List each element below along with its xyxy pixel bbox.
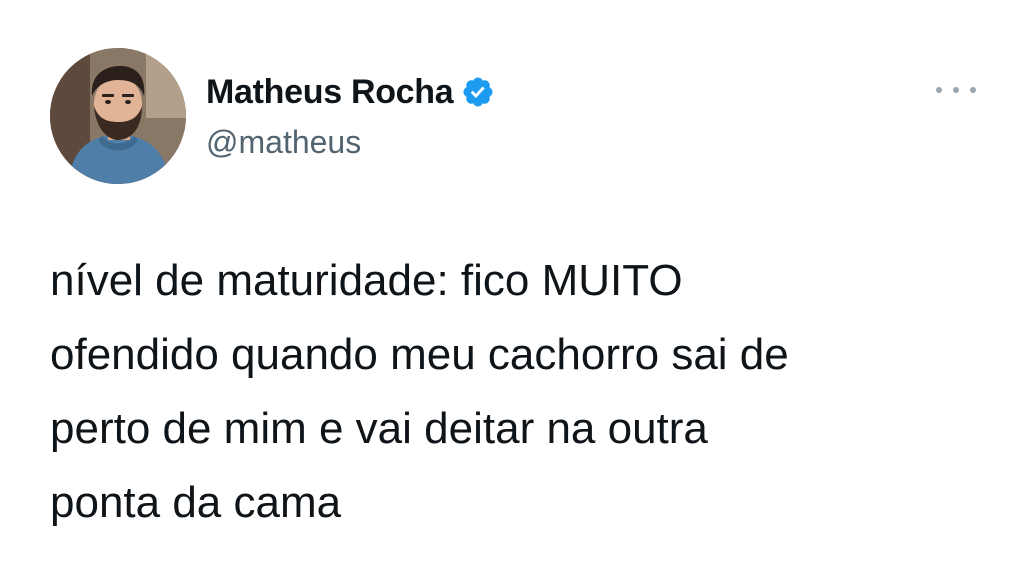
tweet-card: Matheus Rocha @matheus nível de maturida… xyxy=(0,0,1024,564)
more-dot xyxy=(936,87,942,93)
author-name-row: Matheus Rocha xyxy=(206,68,495,116)
tweet-text: nível de maturidade: fico MUITO ofendido… xyxy=(50,256,789,527)
verified-badge-icon xyxy=(461,75,495,109)
author-identity: Matheus Rocha @matheus xyxy=(206,68,495,164)
author-display-name[interactable]: Matheus Rocha xyxy=(206,68,454,116)
more-dot xyxy=(970,87,976,93)
author-avatar[interactable] xyxy=(50,48,186,184)
more-dot xyxy=(953,87,959,93)
author-handle[interactable]: @matheus xyxy=(206,120,495,164)
avatar-photo-icon xyxy=(50,48,186,184)
more-options-icon[interactable] xyxy=(936,78,976,102)
